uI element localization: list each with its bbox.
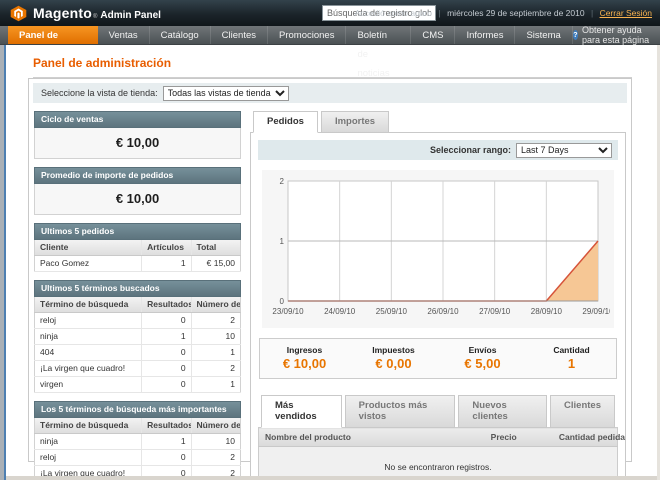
table-row[interactable]: ninja 1 10: [35, 329, 241, 345]
nav-item-cms[interactable]: CMS: [411, 26, 455, 44]
last-search-terms-title: Ultimos 5 términos buscados: [34, 280, 241, 297]
tab-amounts[interactable]: Importes: [321, 111, 389, 133]
page-title: Panel de administración: [33, 56, 660, 70]
svg-text:29/09/10: 29/09/10: [582, 307, 610, 316]
table-row[interactable]: ¡La virgen que cuadro! 0 2: [35, 361, 241, 377]
last-search-terms-table: Término de búsqueda Resultados Número de…: [34, 297, 241, 393]
table-row[interactable]: ninja 1 10: [35, 434, 241, 450]
table-row[interactable]: virgen 0 1: [35, 377, 241, 393]
tab-new-customers[interactable]: Nuevos clientes: [458, 395, 547, 428]
table-row[interactable]: reloj 0 2: [35, 450, 241, 466]
nav-item-newsletter[interactable]: Boletín de noticias: [346, 26, 411, 44]
logout-link[interactable]: Cerrar Sesión: [600, 8, 652, 18]
nav-item-dashboard[interactable]: Panel de administración: [8, 26, 98, 44]
totals-bar: Ingresos € 10,00 Impuestos € 0,00 Envíos…: [259, 338, 617, 379]
session-info: Accedió como aparo | miércoles 29 de sep…: [355, 0, 652, 26]
dashboard-container: Seleccione la vista de tienda: Todas las…: [28, 78, 632, 462]
tab-bestsellers[interactable]: Más vendidos: [261, 395, 342, 428]
main-navigation: Panel de administración Ventas Catálogo …: [0, 26, 660, 45]
tab-customers[interactable]: Clientes: [550, 395, 615, 428]
nav-item-catalog[interactable]: Catálogo: [150, 26, 211, 44]
nav-item-system[interactable]: Sistema: [515, 26, 572, 44]
lifetime-sales-title: Ciclo de ventas: [34, 111, 241, 128]
svg-text:0: 0: [280, 297, 285, 306]
nav-item-customers[interactable]: Clientes: [211, 26, 268, 44]
nav-item-promotions[interactable]: Promociones: [268, 26, 346, 44]
tab-most-viewed[interactable]: Productos más vistos: [345, 395, 456, 428]
top-header: Magento ® Admin Panel Accedió como aparo…: [0, 0, 660, 26]
svg-text:1: 1: [280, 237, 285, 246]
window-frame-blue-border: [4, 45, 6, 480]
no-records-message: No se encontraron registros.: [259, 447, 618, 480]
svg-text:26/09/10: 26/09/10: [427, 307, 459, 316]
nav-item-reports[interactable]: Informes: [455, 26, 515, 44]
last-orders-box: Ultimos 5 pedidos Cliente Artículos Tota…: [34, 223, 241, 272]
table-row[interactable]: Paco Gomez 1 € 15,00: [35, 256, 241, 272]
range-label: Seleccionar rango:: [430, 145, 511, 155]
range-bar: Seleccionar rango: Last 7 Days: [258, 140, 618, 160]
table-row[interactable]: 404 0 1: [35, 345, 241, 361]
nav-item-sales[interactable]: Ventas: [98, 26, 150, 44]
chart-tabs: Pedidos Importes: [250, 111, 626, 132]
average-orders-box: Promedio de importe de pedidos € 10,00: [34, 167, 241, 215]
lifetime-sales-value: € 10,00: [34, 128, 241, 159]
average-orders-value: € 10,00: [34, 184, 241, 215]
window-frame-bottom: [0, 476, 660, 480]
total-revenue: Ingresos € 10,00: [260, 339, 349, 378]
bestsellers-grid: Nombre del producto Precio Cantidad pedi…: [258, 427, 618, 480]
svg-text:23/09/10: 23/09/10: [272, 307, 304, 316]
help-icon: ?: [573, 30, 578, 40]
lifetime-sales-box: Ciclo de ventas € 10,00: [34, 111, 241, 159]
chart-card: Seleccionar rango: Last 7 Days 0 1 2 23/09/…: [250, 132, 626, 480]
tab-orders[interactable]: Pedidos: [253, 111, 318, 133]
top-search-terms-box: Los 5 términos de búsqueda más important…: [34, 401, 241, 480]
range-select[interactable]: Last 7 Days: [516, 143, 612, 158]
total-tax: Impuestos € 0,00: [349, 339, 438, 378]
table-row[interactable]: reloj 0 2: [35, 313, 241, 329]
store-view-label: Seleccione la vista de tienda:: [41, 88, 158, 98]
store-view-bar: Seleccione la vista de tienda: Todas las…: [33, 83, 627, 103]
help-link[interactable]: ? Obtener ayuda para esta página: [573, 26, 650, 44]
logged-in-as: Accedió como aparo: [355, 8, 433, 18]
right-column: Pedidos Importes Seleccionar rango: Last…: [250, 111, 626, 480]
left-column: Ciclo de ventas € 10,00 Promedio de impo…: [34, 111, 241, 480]
trademark-mark: ®: [93, 14, 97, 20]
top-search-terms-title: Los 5 términos de búsqueda más important…: [34, 401, 241, 418]
brand: Magento ® Admin Panel: [10, 5, 161, 22]
last-orders-title: Ultimos 5 pedidos: [34, 223, 241, 240]
brand-name: Magento: [33, 5, 92, 21]
svg-text:25/09/10: 25/09/10: [376, 307, 408, 316]
magento-logo-icon: [10, 5, 27, 22]
top-search-terms-table: Término de búsqueda Resultados Número de…: [34, 418, 241, 480]
average-orders-title: Promedio de importe de pedidos: [34, 167, 241, 184]
last-search-terms-box: Ultimos 5 términos buscados Término de b…: [34, 280, 241, 393]
empty-row: No se encontraron registros.: [259, 447, 618, 480]
svg-text:27/09/10: 27/09/10: [479, 307, 511, 316]
orders-chart: 0 1 2 23/09/10 24/09/10 25/09/10 26/09/10 27/09…: [262, 170, 614, 328]
total-quantity: Cantidad 1: [527, 339, 616, 378]
svg-text:28/09/10: 28/09/10: [531, 307, 563, 316]
total-shipping: Envíos € 5,00: [438, 339, 527, 378]
svg-text:2: 2: [280, 177, 285, 186]
store-view-select[interactable]: Todas las vistas de tienda: [163, 86, 289, 101]
current-date: miércoles 29 de septiembre de 2010: [447, 8, 585, 18]
svg-text:24/09/10: 24/09/10: [324, 307, 356, 316]
last-orders-table: Cliente Artículos Total Paco Gomez 1 € 1…: [34, 240, 241, 272]
grid-tabs: Más vendidos Productos más vistos Nuevos…: [258, 395, 618, 427]
brand-suffix: Admin Panel: [100, 10, 161, 21]
